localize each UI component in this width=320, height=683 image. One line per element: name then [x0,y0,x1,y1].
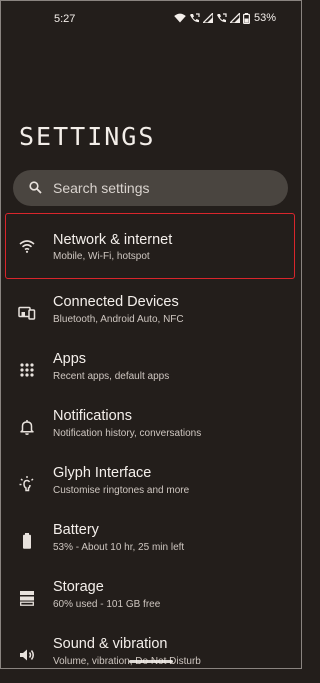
apps-grid-icon [20,362,34,377]
settings-item-summary: 60% used - 101 GB free [53,599,161,610]
battery-status-icon [242,12,250,24]
search-input[interactable]: Search settings [53,180,150,196]
settings-item-label: Storage [53,579,104,595]
settings-item-summary: Bluetooth, Android Auto, NFC [53,314,184,325]
settings-item-label: Connected Devices [53,294,179,310]
status-bar: 5:27 53% [0,0,302,40]
navigation-gesture-handle[interactable] [129,660,173,663]
search-icon [29,181,42,194]
settings-item-summary: Volume, vibration, Do Not Disturb [53,656,201,667]
settings-item-battery[interactable]: Battery 53% - About 10 hr, 25 min left [0,512,302,569]
settings-item-label: Network & internet [53,232,173,248]
wifi-status-icon [174,13,186,23]
settings-item-storage[interactable]: Storage 60% used - 101 GB free [0,569,302,626]
call-icon [189,12,200,22]
signal-icon [202,13,213,23]
settings-item-network[interactable]: Network & internet Mobile, Wi-Fi, hotspo… [5,213,295,279]
settings-item-sound-vibration[interactable]: Sound & vibration Volume, vibration, Do … [0,626,302,683]
page-title: SETTINGS [19,122,156,151]
status-icons: 53% [174,12,276,24]
wifi-icon [19,240,35,253]
battery-percentage: 53% [253,12,276,24]
search-bar[interactable]: Search settings [13,170,288,206]
settings-item-summary: Recent apps, default apps [53,371,170,382]
settings-item-apps[interactable]: Apps Recent apps, default apps [0,341,302,398]
settings-item-glyph-interface[interactable]: Glyph Interface Customise ringtones and … [0,455,302,512]
bell-icon [20,419,34,435]
settings-item-label: Sound & vibration [53,636,168,652]
settings-item-notifications[interactable]: Notifications Notification history, conv… [0,398,302,455]
settings-item-summary: Customise ringtones and more [53,485,190,496]
settings-item-label: Apps [53,351,87,367]
speaker-icon [20,649,34,660]
settings-item-label: Glyph Interface [53,465,152,481]
settings-item-summary: Notification history, conversations [53,428,202,439]
battery-icon [23,532,31,549]
settings-item-label: Notifications [53,408,132,424]
settings-item-summary: Mobile, Wi-Fi, hotspot [53,251,150,262]
storage-icon [20,590,34,606]
status-time: 5:27 [54,13,76,25]
devices-icon [18,306,36,320]
settings-item-summary: 53% - About 10 hr, 25 min left [53,542,185,553]
settings-item-label: Battery [53,522,99,538]
signal-icon-2 [229,13,240,23]
call-icon-2 [216,12,227,22]
glyph-icon [19,475,34,491]
settings-item-connected-devices[interactable]: Connected Devices Bluetooth, Android Aut… [0,284,302,341]
